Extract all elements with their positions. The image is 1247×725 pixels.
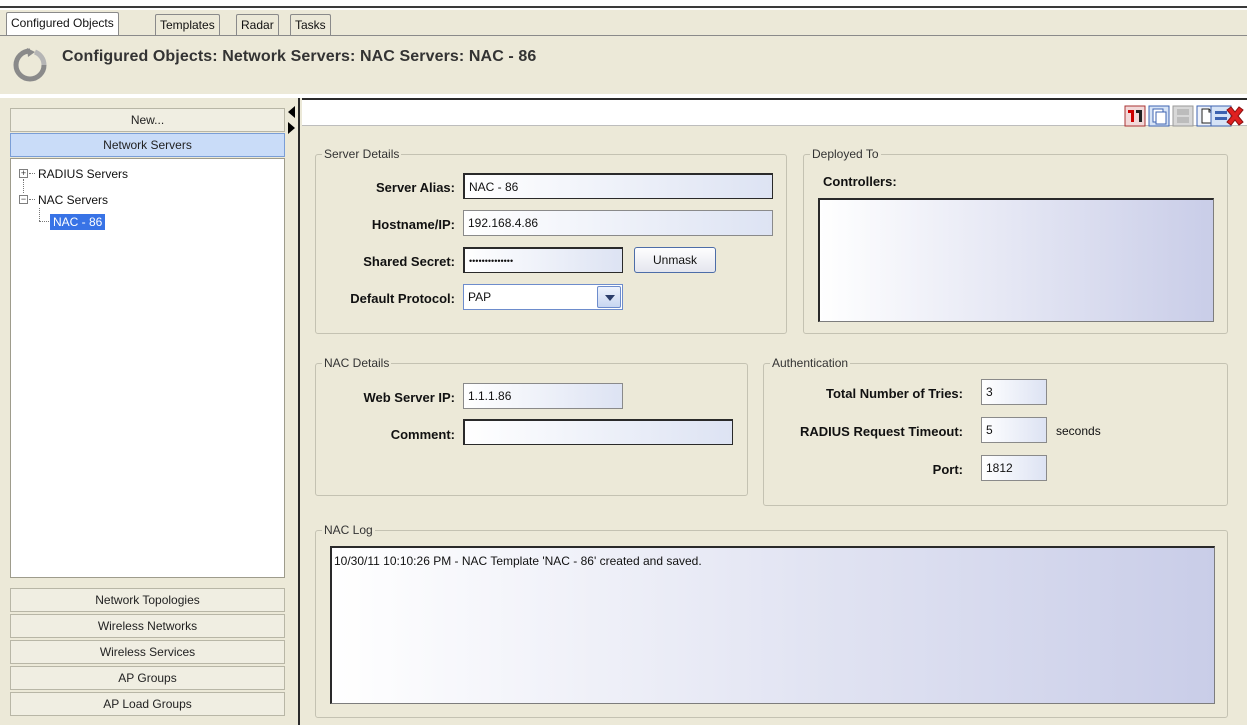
shared-secret-input[interactable]: •••••••••••••• bbox=[463, 247, 623, 273]
total-tries-label: Total Number of Tries: bbox=[826, 386, 963, 401]
tree-item-radius-servers[interactable]: RADIUS Servers bbox=[38, 167, 128, 181]
refresh-icon bbox=[13, 48, 47, 82]
request-timeout-label: RADIUS Request Timeout: bbox=[800, 424, 963, 439]
new-button[interactable]: New... bbox=[10, 108, 285, 132]
details-toolbar bbox=[302, 100, 1247, 126]
nav-wireless-networks[interactable]: Wireless Networks bbox=[10, 614, 285, 638]
request-timeout-input[interactable]: 5 bbox=[981, 417, 1047, 443]
port-input[interactable]: 1812 bbox=[981, 455, 1047, 481]
log-entry: 10/30/11 10:10:26 PM - NAC Template 'NAC… bbox=[334, 554, 702, 568]
collapse-icon[interactable]: − bbox=[19, 195, 28, 204]
total-tries-input[interactable]: 3 bbox=[981, 379, 1047, 405]
web-server-ip-input[interactable]: 1.1.1.86 bbox=[463, 383, 623, 409]
web-server-ip-label: Web Server IP: bbox=[363, 390, 455, 405]
shared-secret-label: Shared Secret: bbox=[363, 254, 455, 269]
default-protocol-label: Default Protocol: bbox=[350, 291, 455, 306]
nav-ap-groups[interactable]: AP Groups bbox=[10, 666, 285, 690]
save-icon[interactable] bbox=[1172, 105, 1194, 127]
tree-connector bbox=[39, 208, 40, 221]
nac-log-legend: NAC Log bbox=[322, 523, 375, 537]
tree-connector bbox=[23, 179, 24, 193]
timeout-unit: seconds bbox=[1056, 424, 1101, 438]
default-protocol-value: PAP bbox=[468, 290, 492, 304]
tree-connector bbox=[29, 173, 35, 174]
comment-input[interactable] bbox=[463, 419, 733, 445]
server-details-legend: Server Details bbox=[322, 147, 402, 161]
nav-ap-load-groups[interactable]: AP Load Groups bbox=[10, 692, 285, 716]
nav-wireless-services[interactable]: Wireless Services bbox=[10, 640, 285, 664]
tab-configured-objects[interactable]: Configured Objects bbox=[6, 12, 119, 35]
server-alias-input[interactable]: NAC - 86 bbox=[463, 173, 773, 199]
tab-tasks[interactable]: Tasks bbox=[290, 14, 331, 35]
tab-templates[interactable]: Templates bbox=[155, 14, 220, 35]
chevron-down-icon[interactable] bbox=[597, 286, 621, 308]
network-servers-section[interactable]: Network Servers bbox=[10, 133, 285, 157]
window-top-edge bbox=[0, 0, 1247, 8]
nac-log-textarea[interactable]: 10/30/11 10:10:26 PM - NAC Template 'NAC… bbox=[330, 546, 1215, 704]
deployed-to-legend: Deployed To bbox=[810, 147, 881, 161]
tree-connector bbox=[29, 199, 35, 200]
export-icon[interactable] bbox=[1124, 105, 1146, 127]
collapse-left-icon[interactable] bbox=[288, 106, 295, 118]
server-tree: + RADIUS Servers − NAC Servers NAC - 86 bbox=[10, 158, 285, 578]
server-alias-label: Server Alias: bbox=[375, 180, 455, 195]
comment-label: Comment: bbox=[390, 427, 455, 442]
nav-network-topologies[interactable]: Network Topologies bbox=[10, 588, 285, 612]
hostname-input[interactable]: 192.168.4.86 bbox=[463, 210, 773, 236]
page-header: Configured Objects: Network Servers: NAC… bbox=[0, 36, 1247, 94]
authentication-legend: Authentication bbox=[770, 356, 851, 370]
left-navigation-panel: New... Network Servers + RADIUS Servers … bbox=[0, 98, 286, 725]
tree-item-nac-86[interactable]: NAC - 86 bbox=[50, 214, 106, 230]
nac-details-legend: NAC Details bbox=[322, 356, 392, 370]
delete-icon[interactable] bbox=[1224, 105, 1246, 127]
tree-connector bbox=[39, 221, 49, 222]
page-title: Configured Objects: Network Servers: NAC… bbox=[62, 48, 537, 65]
tab-radar[interactable]: Radar bbox=[236, 14, 279, 35]
controllers-list[interactable] bbox=[818, 198, 1214, 322]
unmask-button[interactable]: Unmask bbox=[634, 247, 716, 273]
copy-icon[interactable] bbox=[1148, 105, 1170, 127]
hostname-label: Hostname/IP: bbox=[371, 217, 455, 232]
port-label: Port: bbox=[932, 462, 963, 477]
expand-icon[interactable]: + bbox=[19, 169, 28, 178]
controllers-label: Controllers: bbox=[823, 174, 897, 189]
tab-strip: Configured Objects Templates Radar Tasks bbox=[0, 10, 1247, 36]
tree-item-nac-servers[interactable]: NAC Servers bbox=[38, 193, 108, 207]
expand-right-icon[interactable] bbox=[288, 122, 295, 134]
